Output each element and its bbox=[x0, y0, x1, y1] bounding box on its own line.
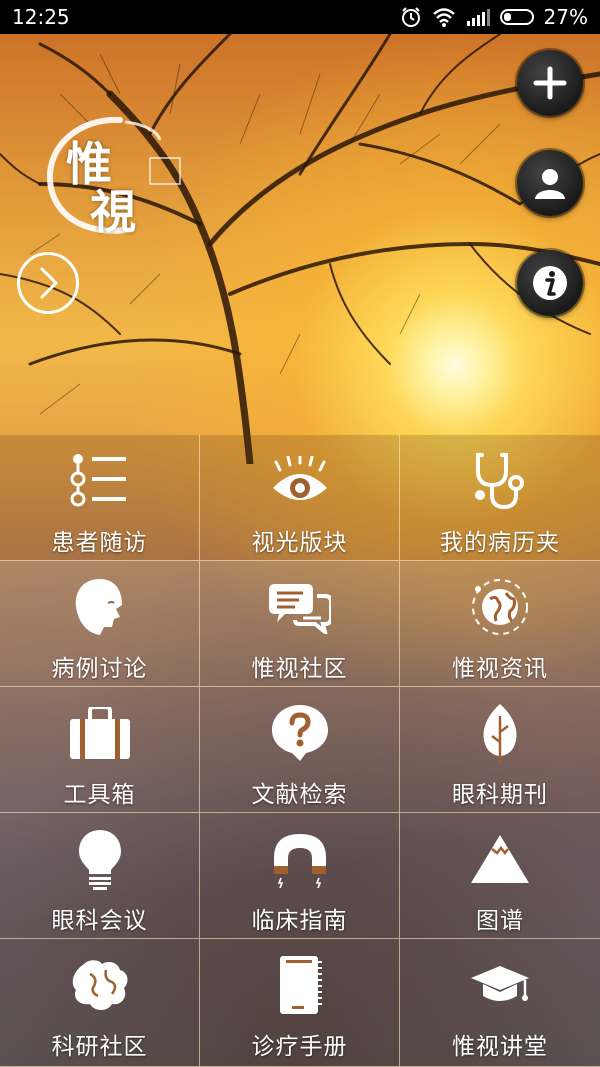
chat-bubbles-icon bbox=[268, 577, 332, 637]
menu-item-clinical-guide[interactable]: 临床指南 bbox=[200, 813, 400, 939]
menu-item-news[interactable]: 惟视资讯 bbox=[400, 561, 600, 687]
menu-item-journals[interactable]: 眼科期刊 bbox=[400, 687, 600, 813]
eye-icon bbox=[268, 451, 332, 511]
menu-item-label: 我的病历夹 bbox=[440, 530, 560, 556]
graduation-cap-icon bbox=[468, 955, 532, 1015]
app-logo: 惟 視 bbox=[40, 110, 190, 240]
menu-item-optometry[interactable]: 视光版块 bbox=[200, 435, 400, 561]
menu-item-label: 病例讨论 bbox=[51, 656, 148, 682]
tree-branches-decoration bbox=[0, 34, 600, 464]
info-icon bbox=[533, 266, 567, 300]
menu-item-case-discussion[interactable]: 病例讨论 bbox=[0, 561, 200, 687]
battery-percent: 27% bbox=[543, 5, 588, 29]
menu-item-label: 眼科会议 bbox=[51, 908, 148, 934]
globe-icon bbox=[468, 577, 532, 637]
menu-item-toolbox[interactable]: 工具箱 bbox=[0, 687, 200, 813]
alarm-icon bbox=[401, 7, 420, 27]
menu-item-label: 患者随访 bbox=[51, 530, 148, 556]
question-bubble-icon bbox=[268, 703, 332, 763]
profile-button[interactable] bbox=[517, 150, 583, 216]
wifi-icon bbox=[432, 8, 455, 27]
menu-item-label: 惟视社区 bbox=[251, 656, 348, 682]
menu-item-handbook[interactable]: 诊疗手册 bbox=[200, 939, 400, 1067]
menu-item-label: 临床指南 bbox=[251, 908, 348, 934]
menu-item-label: 惟视资讯 bbox=[452, 656, 548, 682]
status-icons: 27% bbox=[400, 5, 588, 29]
menu-grid: 患者随访 视光版块 我的病历夹 病例讨论 惟视社区 惟视资讯 工具箱 文献检索 … bbox=[0, 435, 600, 1067]
next-button[interactable] bbox=[17, 252, 79, 314]
info-button[interactable] bbox=[517, 250, 583, 316]
menu-item-label: 眼科期刊 bbox=[452, 782, 548, 808]
leaf-icon bbox=[468, 703, 532, 763]
followup-list-icon bbox=[68, 451, 132, 511]
menu-item-label: 工具箱 bbox=[63, 782, 136, 808]
stethoscope-icon bbox=[468, 451, 532, 511]
toolbox-icon bbox=[68, 703, 132, 763]
plus-icon bbox=[533, 66, 567, 100]
menu-item-atlas[interactable]: 图谱 bbox=[400, 813, 600, 939]
menu-item-conferences[interactable]: 眼科会议 bbox=[0, 813, 200, 939]
head-profile-icon bbox=[68, 577, 132, 637]
chevron-right-icon bbox=[40, 267, 58, 299]
battery-icon bbox=[499, 9, 534, 25]
menu-item-label: 惟视讲堂 bbox=[452, 1034, 548, 1060]
lightbulb-icon bbox=[68, 829, 132, 890]
mountain-icon bbox=[468, 829, 532, 889]
magnet-icon bbox=[268, 829, 332, 889]
menu-item-research-community[interactable]: 科研社区 bbox=[0, 939, 200, 1067]
notebook-icon bbox=[268, 955, 332, 1015]
menu-item-label: 视光版块 bbox=[251, 530, 348, 556]
signal-icon bbox=[466, 9, 490, 26]
logo-char-2: 視 bbox=[90, 185, 136, 239]
menu-item-patient-followup[interactable]: 患者随访 bbox=[0, 435, 200, 561]
menu-item-label: 科研社区 bbox=[51, 1034, 148, 1060]
menu-item-label: 诊疗手册 bbox=[251, 1034, 348, 1060]
status-bar: 12:25 27% bbox=[0, 0, 600, 34]
menu-item-my-records[interactable]: 我的病历夹 bbox=[400, 435, 600, 561]
status-time: 12:25 bbox=[12, 5, 70, 29]
menu-item-literature-search[interactable]: 文献检索 bbox=[200, 687, 400, 813]
menu-item-label: 文献检索 bbox=[251, 782, 348, 808]
add-button[interactable] bbox=[517, 50, 583, 116]
menu-item-community[interactable]: 惟视社区 bbox=[200, 561, 400, 687]
menu-item-label: 图谱 bbox=[476, 908, 524, 934]
brain-icon bbox=[68, 955, 132, 1015]
battery-level bbox=[503, 13, 511, 21]
menu-item-lecture-hall[interactable]: 惟视讲堂 bbox=[400, 939, 600, 1067]
user-icon bbox=[535, 169, 565, 199]
